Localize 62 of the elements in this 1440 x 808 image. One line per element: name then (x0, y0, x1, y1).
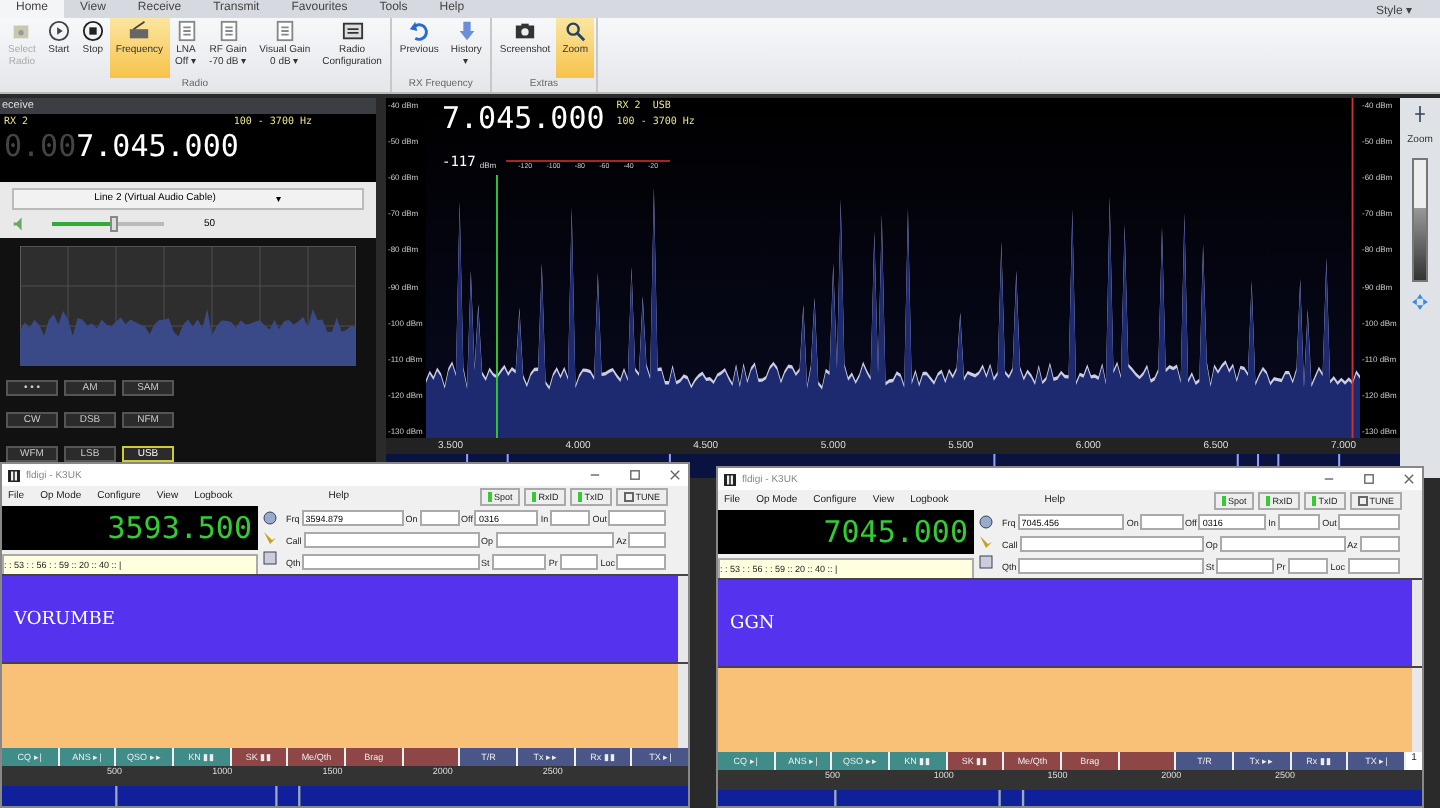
input-field[interactable] (1018, 558, 1204, 574)
log-icon[interactable] (262, 550, 278, 566)
move-icon[interactable] (1412, 294, 1428, 310)
radio-device-icon (128, 20, 151, 42)
maximize-icon[interactable] (628, 468, 642, 482)
globe-icon[interactable] (262, 510, 278, 526)
list-icon (217, 20, 240, 42)
app-icon (724, 473, 736, 485)
input-field[interactable] (1140, 514, 1183, 530)
input-field[interactable] (1216, 558, 1275, 574)
close-icon[interactable] (668, 468, 682, 482)
input-field[interactable] (491, 554, 547, 570)
scrollbar[interactable] (1412, 580, 1422, 666)
input-field[interactable] (1347, 558, 1400, 574)
close-icon[interactable] (1402, 472, 1416, 486)
frequency-display: 3593.500 (2, 506, 258, 550)
input-field[interactable] (559, 554, 599, 570)
list-icon (273, 20, 296, 42)
scrollbar[interactable] (678, 664, 688, 748)
scrollbar[interactable] (1412, 668, 1422, 752)
macro-button[interactable] (1119, 752, 1175, 770)
down-arrow-icon (455, 20, 478, 42)
minimize-icon[interactable] (588, 468, 602, 482)
list-icon (175, 20, 198, 42)
search-icon (564, 20, 587, 42)
log-icon[interactable] (978, 554, 994, 570)
input-field[interactable] (628, 532, 667, 548)
globe-icon[interactable] (978, 514, 994, 530)
zoom-slider[interactable] (1412, 158, 1428, 282)
input-field[interactable] (302, 554, 479, 570)
input-field[interactable] (1277, 514, 1321, 530)
slider-thumb[interactable] (109, 216, 118, 232)
input-field[interactable] (419, 510, 460, 526)
camera-icon (514, 20, 537, 42)
frequency-display: 7045.000 (718, 510, 974, 554)
macro-button[interactable] (403, 748, 459, 766)
zoom-handle-icon[interactable] (1412, 106, 1428, 122)
play-icon (47, 20, 70, 42)
frequency-display: 7.045.000 (76, 128, 239, 164)
speaker-icon[interactable] (12, 216, 28, 232)
stop-icon (81, 20, 104, 42)
input-field[interactable] (1287, 558, 1329, 574)
receive-text: GGN (728, 613, 777, 633)
input-field[interactable] (495, 532, 615, 548)
undo-icon (408, 20, 431, 42)
input-field[interactable] (1359, 536, 1400, 552)
receive-text: VORUMBE (12, 609, 117, 629)
frequency-display: 7.045.000 (442, 100, 605, 136)
radio-icon (10, 20, 33, 42)
input-field[interactable] (550, 510, 591, 526)
scrollbar[interactable] (678, 576, 688, 662)
app-icon (8, 469, 20, 481)
maximize-icon[interactable] (1362, 472, 1376, 486)
panel-icon (341, 20, 364, 42)
frequency-prefix: 0.00 (4, 128, 77, 164)
input-field[interactable] (1338, 514, 1400, 530)
input-field[interactable] (1219, 536, 1346, 552)
input-field[interactable] (303, 532, 479, 548)
minimize-icon[interactable] (1322, 472, 1336, 486)
input-field[interactable] (1019, 536, 1204, 552)
input-field[interactable] (616, 554, 667, 570)
input-field[interactable] (608, 510, 666, 526)
